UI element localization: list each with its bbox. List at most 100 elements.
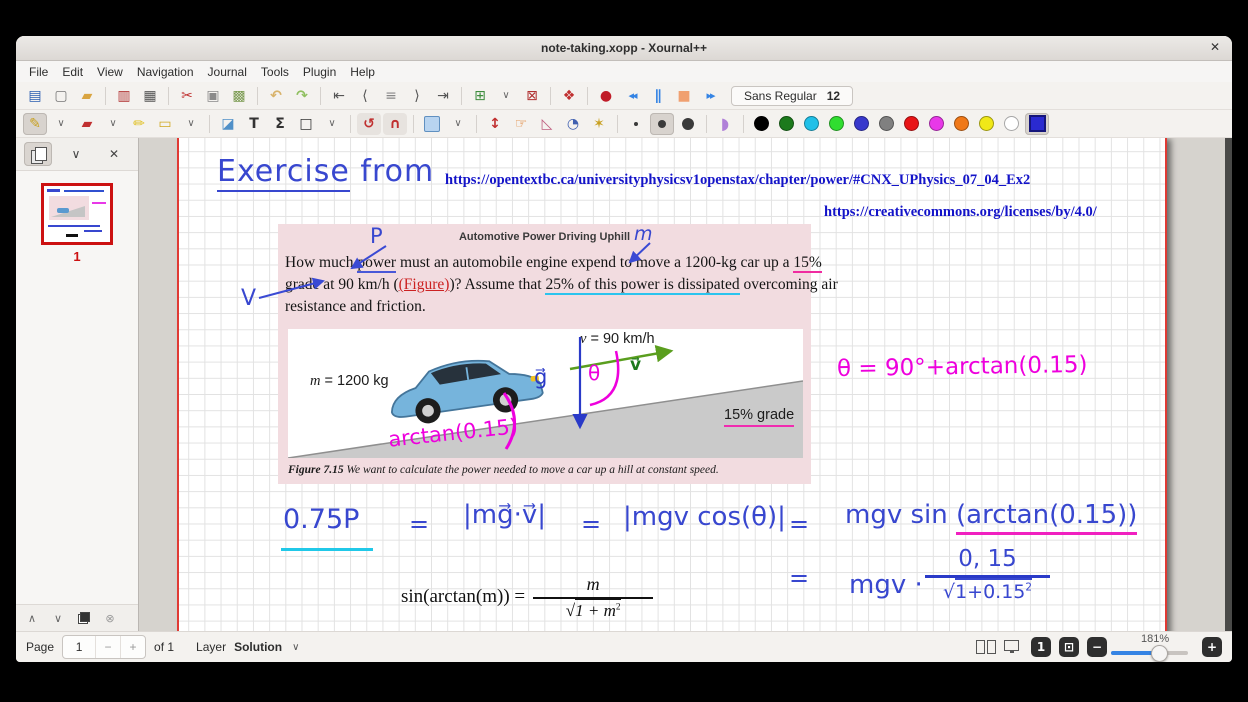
color-chooser-button[interactable] xyxy=(1025,113,1049,135)
menu-view[interactable]: View xyxy=(90,63,130,81)
select-dropdown[interactable]: ∨ xyxy=(446,113,470,135)
toolbar-separator xyxy=(320,87,321,105)
select-region-button[interactable] xyxy=(420,113,444,135)
two-page-view-button[interactable] xyxy=(973,636,999,658)
source-url-link[interactable]: https://opentextbc.ca/universityphysicsv… xyxy=(445,172,1030,189)
license-url-link[interactable]: https://creativecommons.org/licenses/by/… xyxy=(824,204,1097,221)
text-tool-button[interactable]: T xyxy=(242,113,266,135)
menu-journal[interactable]: Journal xyxy=(201,63,254,81)
menu-edit[interactable]: Edit xyxy=(55,63,90,81)
new-file-button[interactable]: ▢ xyxy=(49,85,73,107)
menu-file[interactable]: File xyxy=(22,63,55,81)
zoom-fit-button[interactable]: ⊡ xyxy=(1059,637,1079,657)
duplicate-page-button[interactable] xyxy=(72,608,96,628)
color-swatch-white[interactable] xyxy=(1004,116,1019,131)
thickness-fine-button[interactable] xyxy=(624,113,648,135)
save-button[interactable]: ▤ xyxy=(23,85,47,107)
first-page-button[interactable]: ⇤ xyxy=(327,85,351,107)
paste-button[interactable]: ▩ xyxy=(227,85,251,107)
color-swatch-red[interactable] xyxy=(904,116,919,131)
forward-button[interactable]: ▸▸ xyxy=(698,85,722,107)
highlighter-tool-button[interactable]: ✏ xyxy=(127,113,151,135)
color-swatch-orange[interactable] xyxy=(954,116,969,131)
document-page[interactable]: Exercise from https://opentextbc.ca/univ… xyxy=(177,138,1167,631)
color-swatch-lightgreen[interactable] xyxy=(829,116,844,131)
color-swatch-green[interactable] xyxy=(779,116,794,131)
close-window-button[interactable]: ✕ xyxy=(1210,40,1220,54)
title-bar[interactable]: note-taking.xopp - Xournal++ ✕ xyxy=(16,36,1232,61)
snap-rotation-button[interactable]: ∩ xyxy=(383,113,407,135)
insert-image-button[interactable]: ◪ xyxy=(216,113,240,135)
redo-button[interactable]: ↷ xyxy=(290,85,314,107)
font-button[interactable]: Sans Regular 12 xyxy=(731,86,853,106)
vertical-scrollbar[interactable] xyxy=(1225,138,1232,631)
vertical-space-button[interactable]: ↕ xyxy=(483,113,507,135)
spline-tool-button[interactable]: ✶ xyxy=(587,113,611,135)
menu-plugin[interactable]: Plugin xyxy=(296,63,343,81)
stop-button[interactable]: ■ xyxy=(672,85,696,107)
shapes-dropdown[interactable]: ∨ xyxy=(179,113,203,135)
zoom-slider[interactable]: 181% xyxy=(1107,633,1202,661)
page-thumbnail[interactable] xyxy=(41,183,113,245)
scroll-up-button[interactable]: ∧ xyxy=(20,608,44,628)
next-page-button[interactable]: ⟩ xyxy=(405,85,429,107)
add-page-dropdown[interactable]: ∨ xyxy=(494,85,518,107)
draw-rectangle-button[interactable]: □ xyxy=(294,113,318,135)
presentation-mode-button[interactable] xyxy=(999,636,1025,658)
undo-button[interactable]: ↶ xyxy=(264,85,288,107)
goto-page-button[interactable]: ≡ xyxy=(379,85,403,107)
preview-pages-button[interactable] xyxy=(24,142,52,166)
eraser-dropdown[interactable]: ∨ xyxy=(101,113,125,135)
export-pdf-button[interactable]: ▥ xyxy=(112,85,136,107)
screen: note-taking.xopp - Xournal++ ✕ File Edit… xyxy=(0,0,1248,702)
shape-recognizer-button[interactable]: ↺ xyxy=(357,113,381,135)
rewind-button[interactable]: ◂◂ xyxy=(620,85,644,107)
color-swatch-cyan[interactable] xyxy=(804,116,819,131)
delete-page-button[interactable]: ⊠ xyxy=(520,85,544,107)
thickness-thick-button[interactable] xyxy=(676,113,700,135)
color-swatch-yellow[interactable] xyxy=(979,116,994,131)
ruler-tool-button[interactable]: ▭ xyxy=(153,113,177,135)
zoom-in-button[interactable]: + xyxy=(1202,637,1222,657)
zoom-out-button[interactable]: − xyxy=(1087,637,1107,657)
focus-page-button[interactable]: ⊗ xyxy=(98,608,122,628)
color-swatch-blue[interactable] xyxy=(854,116,869,131)
print-button[interactable]: ▦ xyxy=(138,85,162,107)
page-increment-button[interactable]: + xyxy=(120,636,145,658)
setsquare-button[interactable]: ◺ xyxy=(535,113,559,135)
pause-button[interactable]: ∥ xyxy=(646,85,670,107)
math-tex-button[interactable]: Σ xyxy=(268,113,292,135)
copy-button[interactable]: ▣ xyxy=(201,85,225,107)
record-button[interactable]: ● xyxy=(594,85,618,107)
layer-dropdown-chevron[interactable]: ∨ xyxy=(292,642,299,653)
fill-button[interactable]: ◗ xyxy=(713,113,737,135)
thickness-medium-button[interactable] xyxy=(650,113,674,135)
draw-dropdown[interactable]: ∨ xyxy=(320,113,344,135)
hand-tool-button[interactable]: ☞ xyxy=(509,113,533,135)
zoom-100-button[interactable]: 1 xyxy=(1031,637,1051,657)
menu-help[interactable]: Help xyxy=(343,63,382,81)
cut-button[interactable]: ✂ xyxy=(175,85,199,107)
menu-navigation[interactable]: Navigation xyxy=(130,63,201,81)
color-swatch-black[interactable] xyxy=(754,116,769,131)
scroll-down-button[interactable]: ∨ xyxy=(46,608,70,628)
zoom-slider-knob[interactable] xyxy=(1151,645,1168,662)
sidebar-close-button[interactable]: ✕ xyxy=(100,142,128,166)
pen-tool-button[interactable]: ✎ xyxy=(23,113,47,135)
open-file-button[interactable]: ▰ xyxy=(75,85,99,107)
annotation-arrow-to-speed xyxy=(257,274,333,302)
add-page-button[interactable]: ⊞ xyxy=(468,85,492,107)
previous-page-button[interactable]: ⟨ xyxy=(353,85,377,107)
layer-selector-value[interactable]: Solution xyxy=(234,640,282,654)
page-number-input[interactable]: 1 xyxy=(63,640,95,654)
fullscreen-button[interactable]: ❖ xyxy=(557,85,581,107)
menu-tools[interactable]: Tools xyxy=(254,63,296,81)
page-decrement-button[interactable]: − xyxy=(95,636,120,658)
compass-button[interactable]: ◔ xyxy=(561,113,585,135)
color-swatch-gray[interactable] xyxy=(879,116,894,131)
pen-dropdown[interactable]: ∨ xyxy=(49,113,73,135)
eraser-tool-button[interactable]: ▰ xyxy=(75,113,99,135)
last-page-button[interactable]: ⇥ xyxy=(431,85,455,107)
sidebar-dropdown[interactable]: ∨ xyxy=(62,142,90,166)
color-swatch-magenta[interactable] xyxy=(929,116,944,131)
